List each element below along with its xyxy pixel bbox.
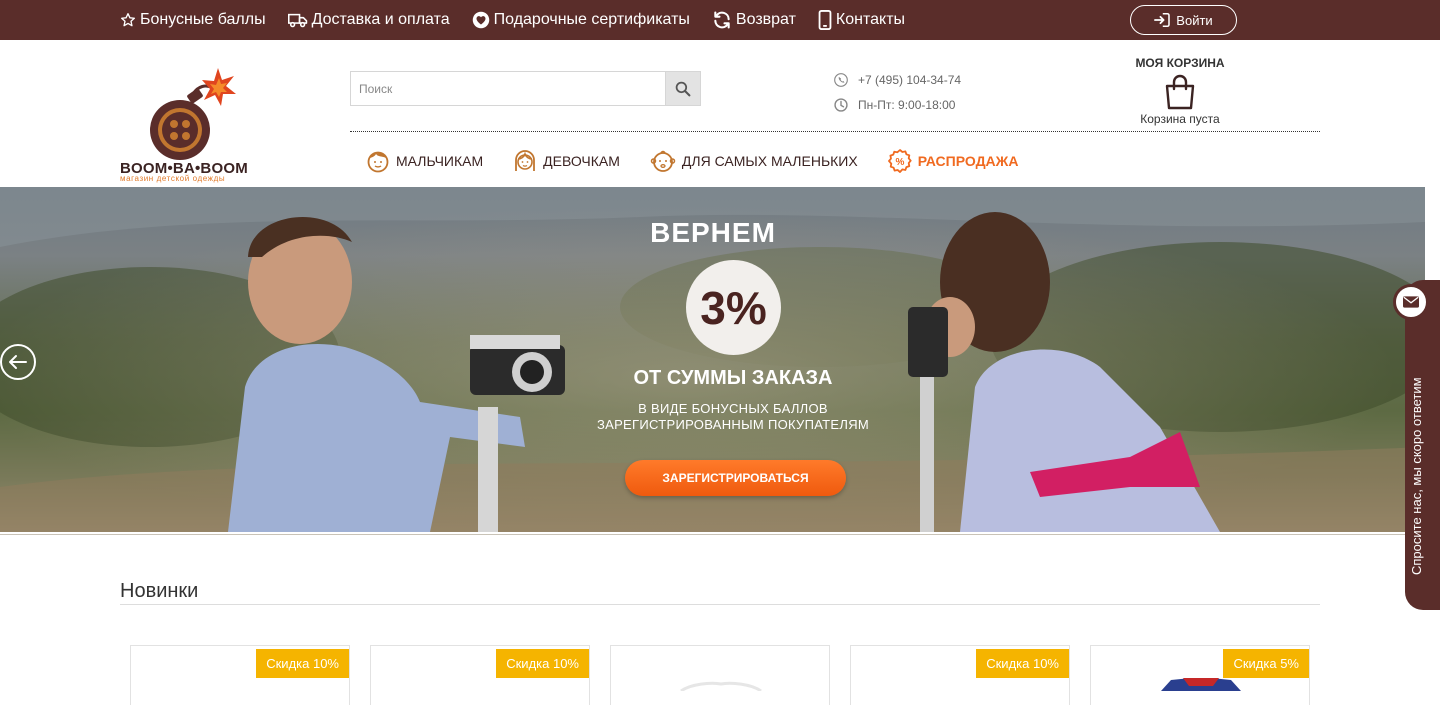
search-icon [675,81,691,96]
discount-badge: Скидка 10% [976,649,1069,678]
topnav-label: Контакты [835,11,906,28]
product-card[interactable]: Скидка 10% [370,645,590,705]
girl-face-icon [515,150,536,171]
refresh-icon [714,11,730,29]
product-image [680,681,762,691]
banner-percent: 3% [686,260,781,355]
section-divider [120,604,1320,605]
product-card[interactable]: Скидка 10% [130,645,350,705]
banner-subtitle: ОТ СУММЫ ЗАКАЗА [633,367,833,389]
promo-banner[interactable]: ВЕРНЕМ 3% ОТ СУММЫ ЗАКАЗА В ВИДЕ БОНУСНЫ… [0,187,1425,532]
arrow-left-icon [9,355,27,369]
banner-title: ВЕРНЕМ [650,217,776,248]
slider-prev-button[interactable] [0,344,36,380]
category-label: МАЛЬЧИКАМ [396,153,484,169]
topnav-label: Возврат [735,11,796,28]
top-nav: Бонусные баллы Доставка и оплата Подароч… [120,0,905,40]
phone-icon [818,10,832,30]
cart-widget[interactable]: МОЯ КОРЗИНА Корзина пуста [1122,56,1238,126]
topnav-label: Доставка и оплата [311,11,450,28]
category-sale[interactable]: % РАСПРОДАЖА [887,149,1019,173]
top-bar: Бонусные баллы Доставка и оплата Подароч… [0,0,1440,40]
shopping-bag-icon [1165,74,1195,110]
banner-line-2: ЗАРЕГИСТРИРОВАННЫМ ПОКУПАТЕЛЯМ [596,417,870,432]
search-input[interactable] [350,71,666,106]
login-label: Войти [1176,12,1213,28]
topnav-contacts[interactable]: Контакты [818,10,905,30]
topnav-label: Подарочные сертификаты [493,11,690,28]
boy-face-icon [367,151,389,173]
phone-number[interactable]: +7 (495) 104-34-74 [858,73,961,87]
register-button[interactable]: ЗАРЕГИСТРИРОВАТЬСЯ [625,460,846,496]
product-card[interactable]: Скидка 10% [850,645,1070,705]
phone-handset-icon [834,73,848,87]
search-button[interactable] [665,71,701,106]
category-label: РАСПРОДАЖА [917,153,1019,169]
category-label: ДЕВОЧКАМ [543,153,620,169]
logo-tagline: магазин детской одежды [120,174,226,183]
topnav-label: Бонусные баллы [140,11,266,28]
topnav-gift-certificates[interactable]: Подарочные сертификаты [472,11,690,29]
category-nav: МАЛЬЧИКАМ ДЕВОЧКАМ ДЛЯ САМЫХ МАЛЕНЬКИХ %… [366,145,1018,177]
cart-title: МОЯ КОРЗИНА [1135,56,1225,70]
topnav-returns[interactable]: Возврат [712,10,796,30]
category-label: ДЛЯ САМЫХ МАЛЕНЬКИХ [681,153,858,169]
product-card[interactable] [610,645,830,705]
clock-icon [834,98,848,112]
login-button[interactable]: Войти [1130,5,1237,35]
product-card[interactable]: Скидка 5% [1090,645,1310,705]
banner-line-1: В ВИДЕ БОНУСНЫХ БАЛЛОВ [638,401,828,416]
header-divider [350,131,1320,132]
category-babies[interactable]: ДЛЯ САМЫХ МАЛЕНЬКИХ [650,149,858,173]
contact-hours: Пн-Пт: 9:00-18:00 [834,98,955,112]
star-icon [121,13,135,27]
cart-status: Корзина пуста [1140,112,1220,126]
svg-text:%: % [895,157,904,168]
category-girls[interactable]: ДЕВОЧКАМ [513,148,620,174]
discount-badge: Скидка 5% [1223,649,1309,678]
working-hours: Пн-Пт: 9:00-18:00 [858,98,956,112]
topnav-delivery[interactable]: Доставка и оплата [287,11,450,29]
search-bar [350,71,701,106]
discount-badge: Скидка 10% [496,649,589,678]
heart-icon [472,11,489,29]
baby-face-icon [650,150,676,172]
section-title-new: Новинки [120,580,199,602]
discount-badge: Скидка 10% [256,649,349,678]
truck-icon [287,13,307,28]
category-boys[interactable]: МАЛЬЧИКАМ [366,148,483,174]
banner-divider [0,534,1425,535]
percent-badge-icon: % [887,149,912,173]
contact-phone: +7 (495) 104-34-74 [834,73,961,87]
feedback-label: Спросите нас, мы скоро ответим [1409,377,1424,575]
topnav-bonus-points[interactable]: Бонусные баллы [120,11,266,29]
sign-in-icon [1154,13,1171,27]
envelope-icon [1403,296,1419,308]
